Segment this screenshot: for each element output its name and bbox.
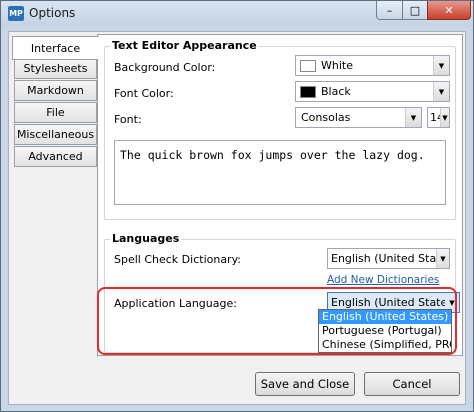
app-logo-icon: MP	[8, 6, 24, 21]
tab-miscellaneous[interactable]: Miscellaneous	[14, 124, 97, 145]
language-option[interactable]: Chinese (Simplified, PRC)	[319, 338, 451, 352]
tab-interface[interactable]: Interface	[12, 36, 99, 60]
tab-stylesheets[interactable]: Stylesheets	[14, 58, 97, 79]
background-color-label: Background Color:	[114, 61, 216, 74]
tab-markdown[interactable]: Markdown	[14, 80, 97, 101]
close-icon: ✕	[444, 3, 454, 17]
title-bar[interactable]: MP Options – □ ✕	[1, 1, 473, 27]
background-color-value: White	[321, 59, 353, 72]
tab-label: Markdown	[27, 84, 84, 97]
chevron-down-icon: ▼	[440, 108, 449, 127]
save-and-close-button[interactable]: Save and Close	[255, 372, 355, 396]
minimize-button[interactable]: –	[376, 1, 403, 20]
font-color-label: Font Color:	[114, 87, 174, 100]
font-color-value: Black	[321, 85, 351, 98]
minimize-icon: –	[386, 3, 393, 17]
chevron-down-icon: ▼	[405, 108, 421, 127]
chevron-down-icon: ▼	[433, 82, 449, 101]
font-label: Font:	[114, 113, 142, 126]
chevron-down-icon: ▼	[433, 56, 449, 75]
language-option[interactable]: English (United States)	[319, 310, 451, 324]
text-editor-group: Text Editor Appearance Background Color:…	[104, 39, 456, 220]
tab-advanced[interactable]: Advanced	[14, 146, 97, 167]
background-color-swatch	[300, 59, 316, 72]
cancel-label: Cancel	[392, 377, 432, 391]
font-size-select[interactable]: 14 ▼	[427, 107, 450, 128]
tab-file[interactable]: File	[14, 102, 97, 123]
window-title: Options	[29, 6, 76, 20]
text-editor-group-title: Text Editor Appearance	[110, 39, 259, 52]
font-family-value: Consolas	[301, 111, 351, 124]
background-color-select[interactable]: White ▼	[295, 55, 450, 76]
tab-label: File	[46, 106, 65, 119]
spell-check-label: Spell Check Dictionary:	[114, 253, 241, 266]
add-dictionaries-link[interactable]: Add New Dictionaries	[327, 274, 439, 286]
spell-check-value: English (United States)	[331, 252, 436, 265]
options-window: MP Options – □ ✕ Interface Stylesheets M…	[0, 0, 474, 412]
tab-label: Stylesheets	[23, 62, 88, 75]
save-and-close-label: Save and Close	[260, 377, 350, 391]
spell-check-select[interactable]: English (United States) ▼	[327, 248, 450, 269]
chevron-down-icon: ▼	[436, 249, 449, 268]
tab-label: Miscellaneous	[16, 128, 95, 141]
language-option[interactable]: Portuguese (Portugal)	[319, 324, 451, 338]
languages-group-title: Languages	[110, 232, 182, 245]
tab-label: Advanced	[28, 150, 83, 163]
tab-label: Interface	[30, 41, 81, 55]
font-preview: The quick brown fox jumps over the lazy …	[114, 140, 446, 205]
maximize-icon: □	[409, 3, 421, 17]
font-family-select[interactable]: Consolas ▼	[295, 107, 422, 128]
font-color-select[interactable]: Black ▼	[295, 81, 450, 102]
application-language-dropdown[interactable]: English (United States) Portuguese (Port…	[318, 309, 452, 353]
cancel-button[interactable]: Cancel	[364, 372, 460, 396]
maximize-button[interactable]: □	[402, 1, 428, 20]
font-size-value: 14	[430, 111, 440, 124]
font-color-swatch	[300, 85, 316, 98]
close-button[interactable]: ✕	[427, 1, 471, 20]
